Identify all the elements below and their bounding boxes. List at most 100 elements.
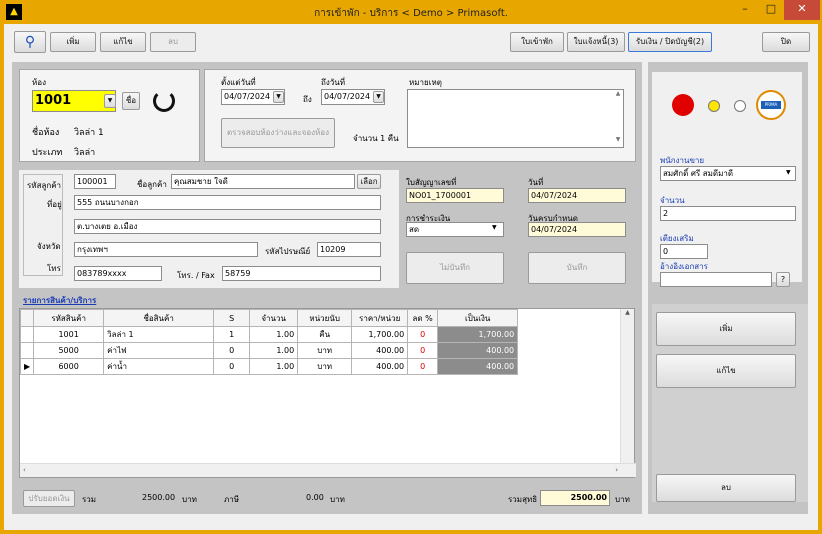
edit-button[interactable]: แก้ไข [100, 32, 146, 52]
customer-code-input[interactable]: 100001 [74, 174, 116, 189]
maximize-button[interactable]: □ [758, 0, 784, 20]
table-cell[interactable]: 1,700.00 [437, 326, 519, 343]
refresh-icon[interactable] [153, 90, 175, 112]
table-cell[interactable]: 1.00 [249, 342, 299, 359]
sum-label: รวม [82, 495, 97, 504]
payment-select[interactable]: สด [406, 222, 504, 237]
staff-dropdown-arrow[interactable]: ▼ [786, 169, 791, 176]
row-selector[interactable]: ▶ [19, 358, 35, 375]
cancel-button[interactable]: ไม่บันทึก [406, 252, 504, 284]
payment-dropdown-arrow[interactable]: ▼ [492, 224, 497, 231]
note-scroll-up[interactable]: ▲ [613, 90, 623, 97]
sum-value: 2500.00 [142, 493, 176, 502]
total-label: รวมสุทธิ [508, 495, 538, 504]
room-dropdown-arrow[interactable]: ▼ [104, 94, 116, 108]
table-cell[interactable]: 400.00 [437, 342, 519, 359]
doc-date-input[interactable]: 04/07/2024 [528, 188, 626, 203]
customer-panel: รหัสลูกค้า 100001 ชื่อลูกค้า คุณสมชาย ใจ… [19, 170, 399, 288]
close-button[interactable]: ปิด [762, 32, 810, 52]
fax-label: โทร. / Fax [177, 271, 215, 280]
column-header[interactable]: หน่วยนับ [297, 309, 353, 327]
adjust-amount-button[interactable]: ปรับยอดเงิน [23, 490, 75, 507]
vat-unit: บาท [330, 495, 345, 504]
table-cell[interactable]: 1,700.00 [351, 326, 409, 343]
table-cell[interactable]: 1 [213, 326, 251, 343]
table-row[interactable]: 5000 ค่าไฟ 0 1.00 บาท 400.00 0 400.00 [19, 342, 519, 359]
address-label: ที่อยู่ [47, 200, 62, 209]
extra-bed-input[interactable]: 0 [660, 244, 708, 259]
add-button[interactable]: เพิ่ม [50, 32, 96, 52]
province-input[interactable]: กรุงเทพฯ [74, 242, 258, 257]
room-panel: ห้อง 1001 ▼ ชื่อ ชื่อห้อง วิลล่า 1 ประเภ… [19, 69, 200, 162]
province-label: จังหวัด [37, 242, 61, 251]
invoice-button[interactable]: ใบแจ้งหนี้(3) [567, 32, 625, 52]
address-line2-input[interactable]: ต.บางเตย อ.เมือง [74, 219, 381, 234]
fax-input[interactable]: 58759 [222, 266, 381, 281]
table-cell[interactable]: 1.00 [249, 326, 299, 343]
contract-input[interactable]: NO01_1700001 [406, 188, 504, 203]
delete-button[interactable]: ลบ [150, 32, 196, 52]
table-cell[interactable]: ค่าไฟ [103, 342, 215, 359]
checkin-doc-button[interactable]: ใบเข้าพัก [510, 32, 564, 52]
table-cell[interactable]: 0 [213, 342, 251, 359]
reference-input[interactable] [660, 272, 772, 287]
table-cell[interactable]: 1001 [33, 326, 105, 343]
receipt-button[interactable]: รับเงิน / ปิดบัญชี(2) [628, 32, 712, 52]
minimize-button[interactable]: – [732, 0, 758, 20]
row-selector[interactable] [19, 326, 35, 343]
add-item-button[interactable]: เพิ่ม [656, 312, 796, 346]
edit-item-button[interactable]: แก้ไข [656, 354, 796, 388]
row-selector[interactable] [19, 342, 35, 359]
people-input[interactable]: 2 [660, 206, 796, 221]
vat-value: 0.00 [306, 493, 324, 502]
table-cell[interactable]: 400.00 [351, 358, 409, 375]
table-cell[interactable]: บาท [297, 358, 353, 375]
zip-input[interactable]: 10209 [317, 242, 381, 257]
staff-select[interactable]: สมศักดิ์ ศรี สมดีมาดี [660, 166, 796, 181]
table-cell[interactable]: 400.00 [351, 342, 409, 359]
tel-input[interactable]: 083789xxxx [74, 266, 162, 281]
grid-vscrollbar[interactable]: ▲ [620, 309, 634, 465]
table-cell[interactable]: วิลล่า 1 [103, 326, 215, 343]
table-row[interactable]: 1001 วิลล่า 1 1 1.00 คืน 1,700.00 0 1,700.00 [19, 326, 519, 343]
note-textarea[interactable] [407, 89, 624, 148]
to-date-picker-icon[interactable]: ▼ [373, 91, 384, 103]
column-header[interactable]: เป็นเงิน [437, 309, 519, 327]
table-cell[interactable]: 400.00 [437, 358, 519, 375]
grid-hscrollbar[interactable]: ‹ › [20, 463, 636, 477]
column-header[interactable]: รหัสสินค้า [33, 309, 105, 327]
column-header[interactable]: จำนวน [249, 309, 299, 327]
close-window-button[interactable]: ✕ [784, 0, 820, 20]
table-cell[interactable]: 0 [213, 358, 251, 375]
address-line1-input[interactable]: 555 ถนนบางกอก [74, 195, 381, 210]
customer-name-input[interactable]: คุณสมชาย ใจดี [171, 174, 355, 189]
table-row[interactable]: ▶ 6000 ค่าน้ำ 0 1.00 บาท 400.00 0 400.00 [19, 358, 519, 375]
table-cell[interactable]: 0 [407, 326, 439, 343]
room-name-button[interactable]: ชื่อ [122, 92, 140, 110]
status-red-icon [672, 94, 694, 116]
table-cell[interactable]: 6000 [33, 358, 105, 375]
note-scroll-down[interactable]: ▼ [613, 136, 623, 143]
help-icon[interactable]: ? [776, 272, 790, 287]
column-header[interactable]: ราคา/หน่วย [351, 309, 409, 327]
from-date-picker-icon[interactable]: ▼ [273, 91, 284, 103]
table-cell[interactable]: 1.00 [249, 358, 299, 375]
zip-label: รหัสไปรษณีย์ [265, 247, 311, 256]
table-cell[interactable]: 5000 [33, 342, 105, 359]
table-cell[interactable]: 0 [407, 358, 439, 375]
save-button[interactable]: บันทึก [528, 252, 626, 284]
column-header[interactable]: ชื่อสินค้า [103, 309, 215, 327]
table-cell[interactable]: บาท [297, 342, 353, 359]
check-room-button[interactable]: ตรวจสอบห้องว่างและจองห้อง [221, 118, 335, 148]
column-header[interactable]: S [213, 309, 251, 327]
select-customer-button[interactable]: เลือก [357, 174, 381, 189]
table-cell[interactable]: คืน [297, 326, 353, 343]
table-cell[interactable]: 0 [407, 342, 439, 359]
due-date-input[interactable]: 04/07/2024 [528, 222, 626, 237]
column-header[interactable]: ลด % [407, 309, 439, 327]
window-title: การเข้าพัก - บริการ < Demo > Primasoft. [314, 8, 508, 19]
table-cell[interactable]: ค่าน้ำ [103, 358, 215, 375]
search-icon[interactable]: ⚲ [14, 31, 46, 53]
delete-item-button[interactable]: ลบ [656, 474, 796, 502]
main-area: ⚲ เพิ่ม แก้ไข ลบ ใบเข้าพัก ใบแจ้งหนี้(3)… [4, 24, 818, 530]
